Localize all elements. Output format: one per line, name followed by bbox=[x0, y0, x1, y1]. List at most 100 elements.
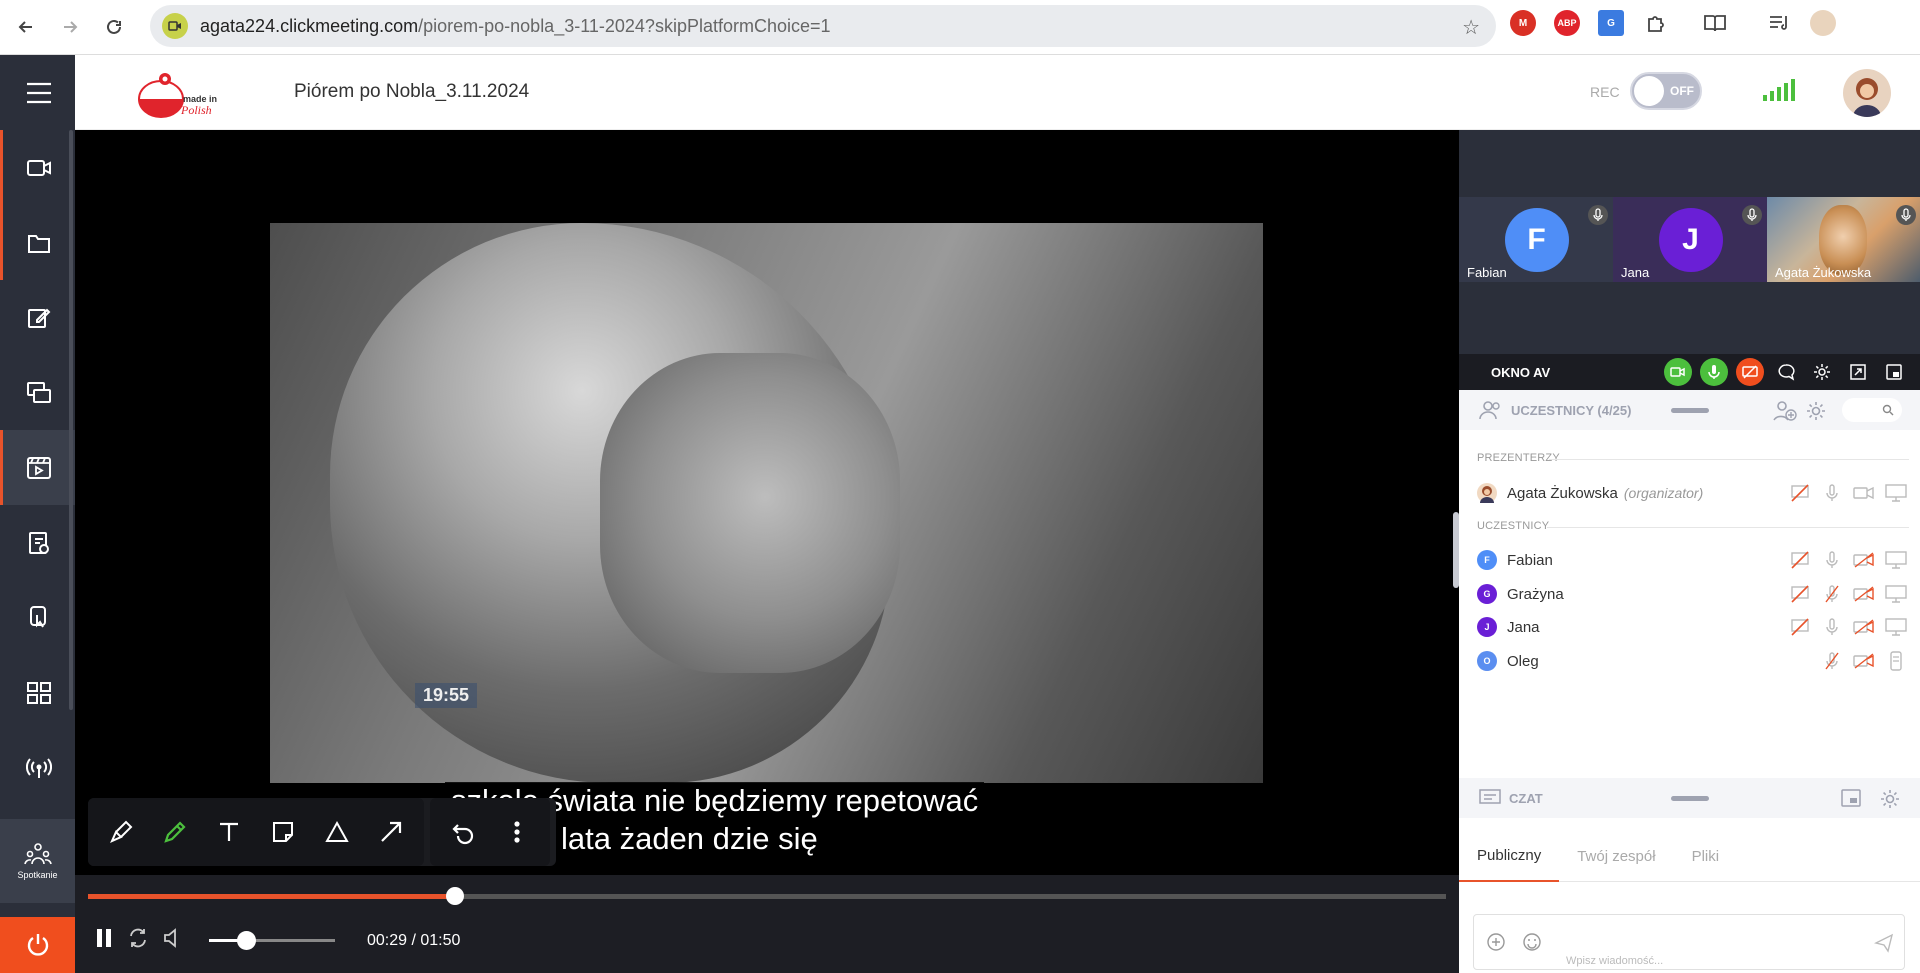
address-bar[interactable]: agata224.clickmeeting.com/piorem-po-nobl… bbox=[150, 5, 1496, 47]
camera-off-icon[interactable] bbox=[1853, 584, 1875, 604]
bookmark-star-icon[interactable]: ☆ bbox=[1462, 15, 1480, 40]
volume-knob[interactable] bbox=[236, 931, 256, 950]
add-participant-icon[interactable] bbox=[1773, 400, 1797, 427]
mic-icon[interactable] bbox=[1742, 205, 1762, 225]
participant-controls bbox=[1789, 483, 1907, 503]
laser-pointer-icon[interactable] bbox=[96, 807, 146, 857]
user-avatar[interactable] bbox=[1843, 69, 1891, 117]
chat-settings-icon[interactable] bbox=[1879, 788, 1901, 815]
sidebar-survey-icon[interactable] bbox=[0, 505, 75, 580]
participant-avatar: F bbox=[1477, 550, 1497, 570]
mic-icon[interactable] bbox=[1896, 205, 1916, 225]
panel-resize-handle[interactable] bbox=[1453, 512, 1459, 588]
camera-on-icon[interactable] bbox=[1664, 358, 1692, 386]
back-icon[interactable] bbox=[8, 9, 44, 45]
participant-row-jana[interactable]: J Jana bbox=[1477, 613, 1907, 641]
camera-icon[interactable] bbox=[1853, 483, 1875, 503]
sidebar-whiteboard-icon[interactable] bbox=[0, 280, 75, 355]
emoji-icon[interactable] bbox=[1522, 932, 1542, 957]
sticky-note-icon[interactable] bbox=[258, 807, 308, 857]
camera-off-icon[interactable] bbox=[1853, 550, 1875, 570]
arrow-tool-icon[interactable] bbox=[366, 807, 416, 857]
undo-icon[interactable] bbox=[438, 807, 488, 857]
av-window-controls bbox=[1664, 358, 1908, 386]
sidebar-apps-icon[interactable] bbox=[0, 655, 75, 730]
participants-settings-icon[interactable] bbox=[1805, 400, 1827, 427]
share-off-icon[interactable] bbox=[1789, 550, 1811, 570]
tab-public[interactable]: Publiczny bbox=[1459, 830, 1560, 882]
participant-row-agata[interactable]: Agata Żukowska (organizator) bbox=[1477, 479, 1907, 507]
participant-row-grazyna[interactable]: G Grażyna bbox=[1477, 580, 1907, 608]
shape-triangle-icon[interactable] bbox=[312, 807, 362, 857]
sidebar-media-player-icon[interactable] bbox=[0, 430, 75, 505]
participants-search[interactable] bbox=[1842, 398, 1902, 422]
screen-icon[interactable] bbox=[1885, 483, 1907, 503]
sidebar-files-icon[interactable] bbox=[0, 205, 75, 280]
settings-gear-icon[interactable] bbox=[1808, 358, 1836, 386]
pip-window-icon[interactable] bbox=[1880, 358, 1908, 386]
share-off-icon[interactable] bbox=[1789, 584, 1811, 604]
pen-icon[interactable] bbox=[150, 807, 200, 857]
pause-icon[interactable] bbox=[95, 927, 113, 954]
meeting-button[interactable]: Spotkanie bbox=[0, 819, 75, 903]
sidebar-screen-share-icon[interactable] bbox=[0, 355, 75, 430]
av-tile-jana[interactable]: J Jana bbox=[1613, 197, 1768, 282]
translate-extension-icon[interactable]: G bbox=[1598, 10, 1624, 36]
loop-icon[interactable] bbox=[127, 927, 149, 954]
screen-icon[interactable] bbox=[1885, 550, 1907, 570]
volume-icon[interactable] bbox=[163, 927, 181, 954]
video-frame[interactable]: 19:55 bbox=[270, 223, 1263, 783]
expand-window-icon[interactable] bbox=[1844, 358, 1872, 386]
tab-files[interactable]: Pliki bbox=[1674, 830, 1738, 882]
av-tile-fabian[interactable]: F Fabian bbox=[1459, 197, 1614, 282]
profile-avatar-icon[interactable] bbox=[1810, 10, 1836, 36]
puzzle-extensions-icon[interactable] bbox=[1642, 10, 1668, 36]
send-icon[interactable] bbox=[1873, 933, 1894, 958]
camera-off-icon[interactable] bbox=[1853, 651, 1875, 671]
rec-toggle[interactable]: OFF bbox=[1630, 72, 1702, 110]
participants-title: UCZESTNICY (4/25) bbox=[1511, 403, 1632, 418]
chat-popout-icon[interactable] bbox=[1841, 789, 1861, 812]
screen-icon[interactable] bbox=[1885, 584, 1907, 604]
leave-power-button[interactable] bbox=[0, 917, 75, 973]
left-sidebar: Spotkanie bbox=[0, 55, 75, 973]
media-control-icon[interactable] bbox=[1766, 10, 1792, 36]
share-off-icon[interactable] bbox=[1789, 483, 1811, 503]
progress-knob[interactable] bbox=[445, 887, 464, 905]
camera-off-icon[interactable] bbox=[1853, 617, 1875, 637]
mic-off-icon[interactable] bbox=[1821, 651, 1843, 671]
participant-row-oleg[interactable]: O Oleg bbox=[1477, 647, 1907, 675]
more-options-icon[interactable] bbox=[492, 807, 542, 857]
sidebar-broadcast-icon[interactable] bbox=[0, 730, 75, 805]
microphone-on-icon[interactable] bbox=[1700, 358, 1728, 386]
mic-icon[interactable] bbox=[1821, 483, 1843, 503]
add-attachment-icon[interactable] bbox=[1486, 932, 1506, 957]
gmail-extension-icon[interactable]: M bbox=[1510, 10, 1536, 36]
mic-off-icon[interactable] bbox=[1821, 584, 1843, 604]
av-tile-agata[interactable]: Agata Żukowska bbox=[1767, 197, 1920, 282]
reload-icon[interactable] bbox=[96, 9, 132, 45]
chat-input-box[interactable]: Wpisz wiadomość... bbox=[1473, 914, 1905, 970]
mic-icon[interactable] bbox=[1821, 617, 1843, 637]
mic-icon[interactable] bbox=[1821, 550, 1843, 570]
extensions: M ABP G bbox=[1510, 10, 1836, 36]
screen-share-off-icon[interactable] bbox=[1736, 358, 1764, 386]
sidebar-test-icon[interactable] bbox=[0, 580, 75, 655]
mic-icon[interactable] bbox=[1588, 205, 1608, 225]
progress-bar[interactable] bbox=[88, 887, 1446, 905]
reading-list-icon[interactable] bbox=[1702, 10, 1728, 36]
share-off-icon[interactable] bbox=[1789, 617, 1811, 637]
volume-slider[interactable] bbox=[209, 931, 335, 950]
tab-your-team[interactable]: Twój zespół bbox=[1559, 830, 1673, 882]
screen-icon[interactable] bbox=[1885, 617, 1907, 637]
participants-drag-handle[interactable] bbox=[1671, 408, 1709, 413]
participant-row-fabian[interactable]: F Fabian bbox=[1477, 546, 1907, 574]
adblock-extension-icon[interactable]: ABP bbox=[1554, 10, 1580, 36]
forward-icon[interactable] bbox=[52, 9, 88, 45]
text-tool-icon[interactable] bbox=[204, 807, 254, 857]
sidebar-scrollbar[interactable] bbox=[69, 130, 73, 710]
menu-hamburger-icon[interactable] bbox=[0, 55, 75, 130]
chat-bubble-icon[interactable] bbox=[1772, 358, 1800, 386]
sidebar-video-icon[interactable] bbox=[0, 130, 75, 205]
chat-drag-handle[interactable] bbox=[1671, 796, 1709, 801]
